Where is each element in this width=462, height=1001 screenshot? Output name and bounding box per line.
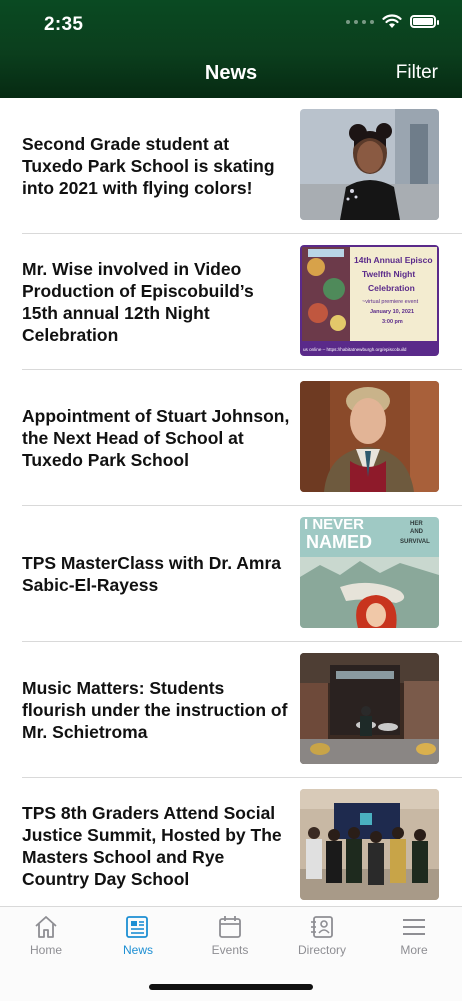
news-list: Second Grade student at Tuxedo Park Scho… (0, 98, 462, 914)
flyer-line-4: ~virtual premiere event (362, 299, 419, 305)
news-item-title: Mr. Wise involved in Video Production of… (22, 258, 254, 345)
tab-events[interactable]: Events (184, 915, 276, 957)
filter-button[interactable]: Filter (396, 62, 438, 84)
news-item-title: Music Matters: Students flourish under t… (22, 677, 288, 742)
tab-more[interactable]: More (368, 915, 460, 957)
news-item[interactable]: Second Grade student at Tuxedo Park Scho… (22, 98, 462, 234)
tab-home[interactable]: Home (0, 915, 92, 957)
directory-icon (311, 916, 333, 938)
news-item[interactable]: Music Matters: Students flourish under t… (22, 642, 462, 778)
signal-icon (346, 19, 374, 24)
tab-events-label: Events (211, 943, 249, 957)
book-cover: I NEVER NAMED HER AND SURVIVAL (300, 517, 439, 628)
flyer-footer: us online – https://habitatnewburgh.org/… (303, 347, 407, 352)
tab-directory-label: Directory (297, 943, 346, 957)
cover-side-1: HER (410, 521, 423, 527)
cover-line-1: I NEVER (304, 517, 364, 533)
news-icon (126, 916, 148, 938)
news-item-title: Appointment of Stuart Johnson, the Next … (22, 405, 290, 470)
cover-line-2: NAMED (306, 532, 372, 552)
status-time: 2:35 (44, 14, 84, 35)
flyer-line-1: 14th Annual Episco (354, 255, 433, 265)
news-item-title: TPS 8th Graders Attend Social Justice Su… (22, 802, 282, 889)
app-header: 2:35 News Filter (0, 0, 462, 98)
news-item[interactable]: Appointment of Stuart Johnson, the Next … (22, 370, 462, 506)
flyer-line-5: January 10, 2021 (370, 309, 414, 315)
news-item-title: TPS MasterClass with Dr. Amra Sabic-El-R… (22, 552, 282, 595)
home-icon (35, 916, 57, 938)
tab-more-label: More (400, 943, 428, 957)
twelfth-night-flyer: 14th Annual Episco Twelfth Night Celebra… (300, 245, 439, 356)
page-title: News (204, 62, 258, 84)
news-item-title: Second Grade student at Tuxedo Park Scho… (22, 133, 275, 198)
tab-directory[interactable]: Directory (276, 915, 368, 957)
news-item[interactable]: TPS 8th Graders Attend Social Justice Su… (22, 778, 462, 914)
steel-drums-photo (300, 653, 439, 764)
battery-icon (410, 15, 439, 28)
cover-side-2: AND (410, 529, 424, 535)
news-item[interactable]: Mr. Wise involved in Video Production of… (22, 234, 462, 370)
calendar-icon (219, 916, 241, 938)
home-indicator[interactable] (149, 984, 313, 990)
tab-news-label: News (122, 943, 153, 957)
cover-side-3: SURVIVAL (400, 539, 430, 545)
menu-icon (403, 919, 425, 935)
tab-home-label: Home (29, 943, 62, 957)
skater-girl-photo (300, 109, 439, 220)
portrait-photo (300, 381, 439, 492)
wifi-icon (382, 14, 402, 28)
flyer-line-6: 3:00 pm (382, 319, 403, 325)
tab-news[interactable]: News (92, 915, 184, 957)
news-item[interactable]: TPS MasterClass with Dr. Amra Sabic-El-R… (22, 506, 462, 642)
status-icons (346, 14, 439, 29)
group-photo (300, 789, 439, 900)
flyer-line-3: Celebration (368, 283, 415, 293)
flyer-line-2: Twelfth Night (362, 269, 415, 279)
